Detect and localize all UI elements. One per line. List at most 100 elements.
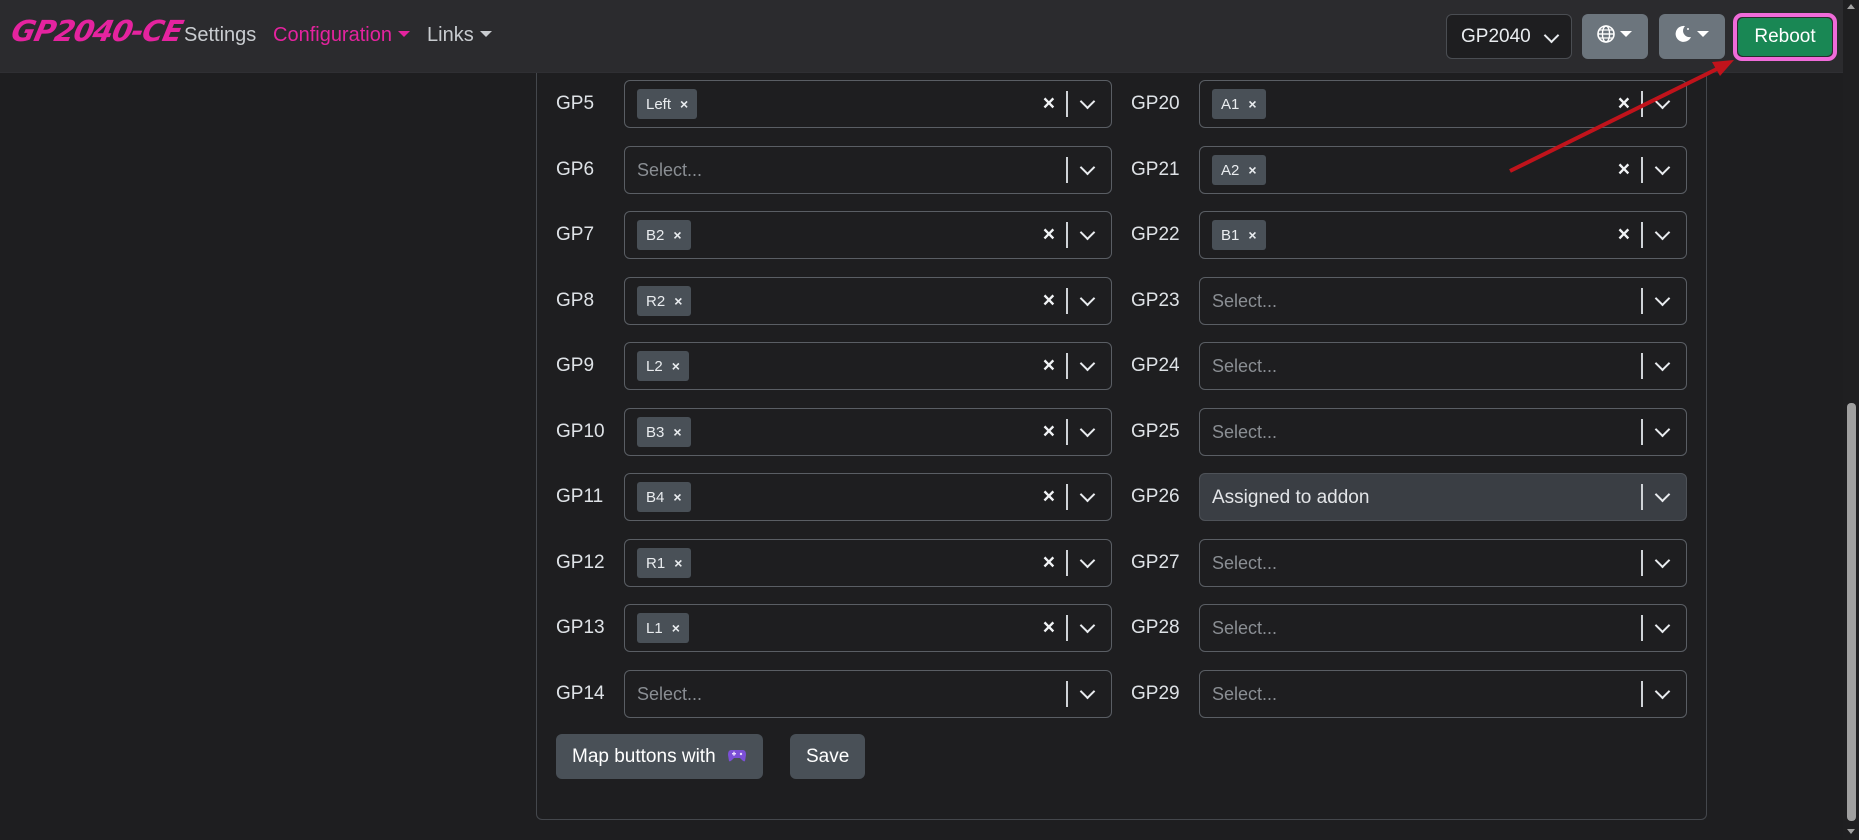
select-divider xyxy=(1641,550,1643,576)
selected-chip: R1 × xyxy=(637,548,692,578)
chevron-down-icon[interactable] xyxy=(1079,683,1096,700)
select-placeholder: Select... xyxy=(1212,422,1278,442)
scroll-down-icon[interactable] xyxy=(1847,829,1855,834)
nav-settings[interactable]: Settings xyxy=(184,24,256,47)
caret-down-icon xyxy=(397,31,410,37)
chip-remove-icon[interactable]: × xyxy=(673,489,681,505)
clear-icon[interactable]: × xyxy=(1043,92,1055,116)
pin-label: GP5 xyxy=(556,93,595,114)
select-divider xyxy=(1641,353,1643,379)
clear-icon[interactable]: × xyxy=(1618,223,1630,247)
clear-icon[interactable]: × xyxy=(1043,289,1055,313)
chevron-down-icon[interactable] xyxy=(1654,617,1671,634)
pin-select[interactable]: A2 × × xyxy=(1199,146,1687,194)
chip-remove-icon[interactable]: × xyxy=(1248,96,1256,112)
pin-select[interactable]: R1 × × xyxy=(624,539,1112,587)
pin-select[interactable]: Select... xyxy=(1199,539,1687,587)
pin-select[interactable]: A1 × × xyxy=(1199,80,1687,128)
save-button[interactable]: Save xyxy=(790,734,866,779)
pin-label: GP12 xyxy=(556,552,605,573)
theme-button[interactable] xyxy=(1659,14,1725,59)
pin-label: GP28 xyxy=(1131,617,1180,638)
chip-remove-icon[interactable]: × xyxy=(672,620,680,636)
chevron-down-icon[interactable] xyxy=(1654,355,1671,372)
chevron-down-icon[interactable] xyxy=(1079,486,1096,503)
pin-select[interactable]: Select... xyxy=(624,146,1112,194)
chevron-down-icon[interactable] xyxy=(1079,421,1096,438)
chevron-down-icon[interactable] xyxy=(1654,552,1671,569)
nav-configuration[interactable]: Configuration xyxy=(273,24,410,47)
chevron-down-icon[interactable] xyxy=(1079,224,1096,241)
chip-remove-icon[interactable]: × xyxy=(673,227,681,243)
selected-chip: R2 × xyxy=(637,286,692,316)
select-divider xyxy=(1066,550,1068,576)
chip-remove-icon[interactable]: × xyxy=(680,96,688,112)
chevron-down-icon[interactable] xyxy=(1654,290,1671,307)
scroll-up-icon[interactable] xyxy=(1847,4,1855,9)
pin-select[interactable]: Left × × xyxy=(624,80,1112,128)
chevron-down-icon[interactable] xyxy=(1079,290,1096,307)
brand-logo[interactable]: GP2040-CE xyxy=(8,14,185,48)
chevron-down-icon[interactable] xyxy=(1654,93,1671,110)
chevron-down-icon[interactable] xyxy=(1654,421,1671,438)
chip-remove-icon[interactable]: × xyxy=(1248,227,1256,243)
chip-remove-icon[interactable]: × xyxy=(672,358,680,374)
pin-select[interactable]: Select... xyxy=(1199,604,1687,652)
pin-label: GP9 xyxy=(556,355,595,376)
chip-label: R1 xyxy=(646,555,666,572)
selected-chip: Left × xyxy=(637,89,698,119)
chevron-down-icon[interactable] xyxy=(1079,617,1096,634)
chevron-down-icon[interactable] xyxy=(1654,224,1671,241)
chevron-down-icon[interactable] xyxy=(1079,159,1096,176)
reboot-button[interactable]: Reboot xyxy=(1738,18,1832,56)
chip-label: R2 xyxy=(646,293,666,310)
scrollbar-thumb[interactable] xyxy=(1847,403,1856,821)
map-buttons-button[interactable]: Map buttons with xyxy=(556,734,763,779)
chevron-down-icon[interactable] xyxy=(1079,552,1096,569)
clear-icon[interactable]: × xyxy=(1043,223,1055,247)
pin-label: GP11 xyxy=(556,486,604,507)
clear-icon[interactable]: × xyxy=(1043,616,1055,640)
chip-remove-icon[interactable]: × xyxy=(673,424,681,440)
pin-select[interactable]: Select... xyxy=(1199,408,1687,456)
clear-icon[interactable]: × xyxy=(1618,92,1630,116)
pin-select[interactable]: Select... xyxy=(624,670,1112,718)
language-button[interactable] xyxy=(1582,14,1648,59)
selected-chip: L1 × xyxy=(637,613,689,643)
select-placeholder: Select... xyxy=(1212,356,1278,376)
select-divider xyxy=(1066,681,1068,707)
pin-select[interactable]: Select... xyxy=(1199,670,1687,718)
chip-remove-icon[interactable]: × xyxy=(674,555,682,571)
pin-select[interactable]: L2 × × xyxy=(624,342,1112,390)
scrollbar[interactable] xyxy=(1843,0,1859,840)
pin-select[interactable]: B3 × × xyxy=(624,408,1112,456)
pin-select[interactable]: B4 × × xyxy=(624,473,1112,521)
selected-chip: B4 × xyxy=(637,482,691,512)
chevron-down-icon[interactable] xyxy=(1079,355,1096,372)
pin-label: GP6 xyxy=(556,159,595,180)
clear-icon[interactable]: × xyxy=(1043,485,1055,509)
pin-select[interactable]: Select... xyxy=(1199,277,1687,325)
pin-select[interactable]: B2 × × xyxy=(624,211,1112,259)
chip-remove-icon[interactable]: × xyxy=(674,293,682,309)
pin-select[interactable]: L1 × × xyxy=(624,604,1112,652)
board-select[interactable]: GP2040 xyxy=(1446,14,1572,59)
clear-icon[interactable]: × xyxy=(1043,551,1055,575)
nav-links[interactable]: Links xyxy=(427,24,492,47)
select-placeholder: Select... xyxy=(1212,291,1278,311)
pin-select[interactable]: R2 × × xyxy=(624,277,1112,325)
pin-select[interactable]: Select... xyxy=(1199,342,1687,390)
chevron-down-icon[interactable] xyxy=(1654,486,1671,503)
chip-remove-icon[interactable]: × xyxy=(1248,162,1256,178)
pin-label: GP20 xyxy=(1131,93,1180,114)
chevron-down-icon[interactable] xyxy=(1654,683,1671,700)
chevron-down-icon[interactable] xyxy=(1654,159,1671,176)
clear-icon[interactable]: × xyxy=(1043,420,1055,444)
clear-icon[interactable]: × xyxy=(1043,354,1055,378)
select-divider xyxy=(1066,91,1068,117)
pin-select[interactable]: B1 × × xyxy=(1199,211,1687,259)
chevron-down-icon[interactable] xyxy=(1079,93,1096,110)
board-select-value: GP2040 xyxy=(1461,26,1531,47)
clear-icon[interactable]: × xyxy=(1618,158,1630,182)
chip-label: B4 xyxy=(646,489,665,506)
